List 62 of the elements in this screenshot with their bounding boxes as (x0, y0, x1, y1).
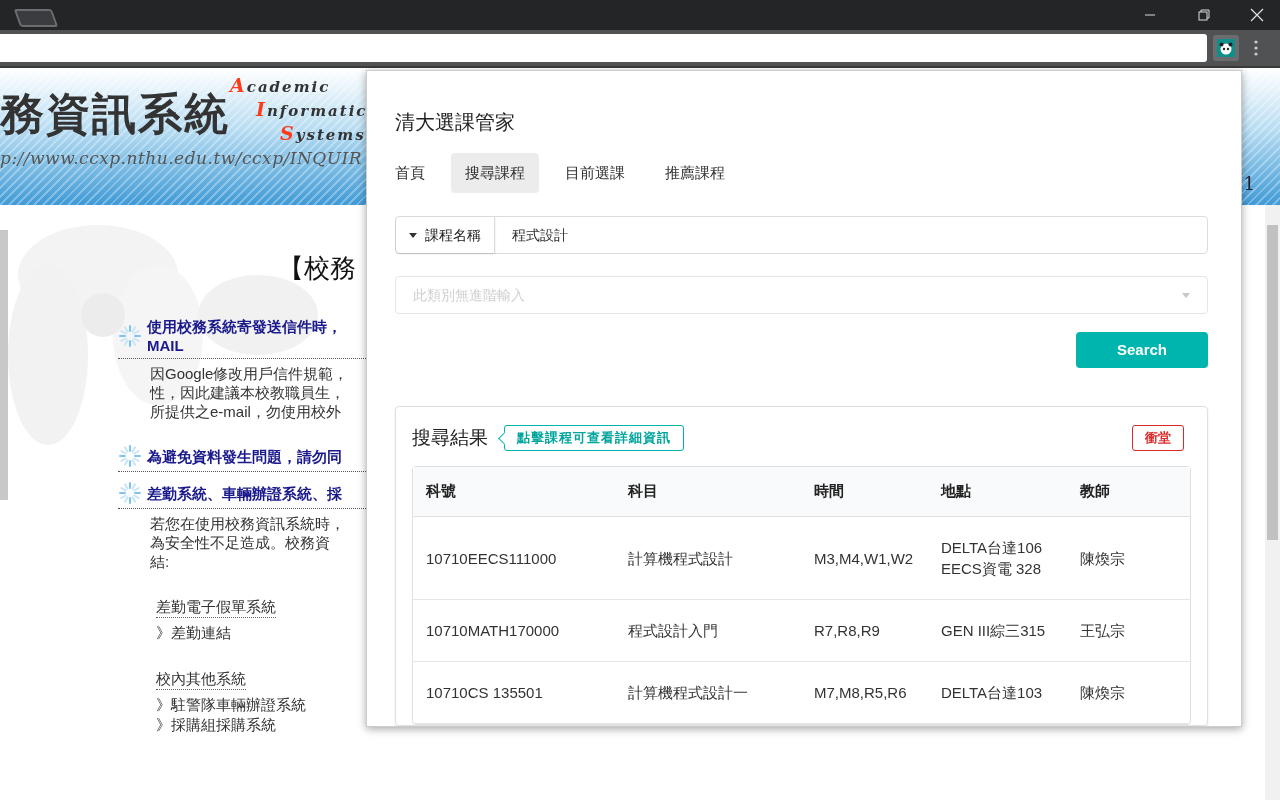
course-row[interactable]: 10710MATH170000 程式設計入門 R7,R8,R9 GEN III綜三315 王弘宗 (413, 600, 1190, 662)
banner-edge-text: 1 (1243, 172, 1255, 196)
notice-text: 若您在使用校務資訊系統時， 為安全性不足造成。校務資 結: (150, 514, 346, 571)
system-link[interactable]: 》駐警隊車輛辦證系統 (156, 695, 306, 715)
system-heading: 校內其他系統 (156, 669, 246, 690)
table-cell-text: 10710EECS111000 (426, 548, 558, 569)
table-cell-text: 計算機程式設計 (628, 548, 734, 569)
field-type-dropdown[interactable]: 課程名稱 (396, 217, 495, 253)
column-header: 地點 (939, 481, 972, 502)
page-heading: 【校務 (278, 252, 357, 285)
nav-tab[interactable]: 搜尋課程 (451, 153, 539, 193)
column-header: 教師 (1079, 481, 1111, 502)
extension-button[interactable] (1213, 35, 1239, 61)
nav-tab[interactable]: 首頁 (381, 153, 439, 193)
conflict-badge: 衝堂 (1132, 425, 1184, 451)
search-field[interactable]: 課程名稱 程式設計 (395, 216, 1208, 254)
popup-title: 清大選課管家 (395, 110, 516, 135)
banner-word: Academic (230, 74, 332, 98)
scrollbar[interactable] (0, 230, 8, 500)
notice-heading[interactable]: 差勤系統、車輛辦證系統、採 (147, 483, 342, 503)
table-cell-text: GEN III綜三315 (941, 621, 1047, 641)
system-heading: 差勤電子假單系統 (156, 597, 276, 618)
column-header: 科號 (424, 481, 457, 502)
caret-icon (1182, 292, 1190, 298)
nav-tab[interactable]: 目前選課 (551, 153, 639, 193)
notice-heading[interactable]: 為避免資料發生問題，請勿同 (147, 446, 342, 466)
table-cell-text: R7,R8,R9 (814, 621, 881, 641)
system-link[interactable]: 》採購組採購系統 (156, 715, 276, 735)
table-cell-text: DELTA台達106 EECS資電 328 (941, 538, 1044, 579)
caret-icon (409, 232, 417, 238)
table-cell-text: 10710MATH170000 (426, 621, 561, 641)
table-cell-text: 陳煥宗 (1080, 683, 1126, 703)
menu-icon[interactable] (1254, 40, 1258, 56)
table-cell-text: 程式設計入門 (628, 621, 719, 641)
table-cell-text: 10710CS 135501 (426, 683, 544, 703)
table-cell-text: 計算機程式設計一 (628, 683, 749, 703)
nav-tab[interactable]: 推薦課程 (651, 153, 739, 193)
address-field[interactable] (0, 34, 1207, 62)
notice-text: 因Google修改用戶信件規範， 性，因此建議本校教職員生， 所提供之e-mail，勿使用校外 (150, 364, 350, 421)
table-cell-text: M7,M8,R5,R6 (814, 683, 908, 703)
table-cell-text: 王弘宗 (1080, 621, 1126, 641)
table-cell-text: M3,M4,W1,W2 (814, 548, 915, 569)
browser-tab[interactable] (13, 9, 59, 27)
spinner-icon (118, 324, 142, 348)
course-row[interactable]: 10710CS 135501 計算機程式設計一 M7,M8,R5,R6 DELTA台達103 陳煥宗 (413, 662, 1190, 724)
column-header: 時間 (813, 481, 845, 502)
table-cell-text: DELTA台達103 (941, 683, 1044, 703)
notice-heading[interactable]: 使用校務系統寄發送信件時， MAIL (147, 317, 342, 355)
restore-icon[interactable] (1198, 9, 1210, 21)
close-icon[interactable] (1250, 8, 1264, 22)
table-cell-text: 陳煥宗 (1080, 548, 1126, 569)
system-link[interactable]: 》差勤連結 (156, 623, 231, 643)
course-row[interactable]: 10710EECS111000 計算機程式設計 M3,M4,W1,W2 DELTA台達106 EECS資電 328 陳煥宗 (413, 517, 1190, 600)
panda-icon (1217, 39, 1235, 57)
banner-url: p://www.ccxp.nthu.edu.tw/ccxp/INQUIR (0, 147, 363, 170)
spinner-icon (118, 444, 142, 468)
results-title: 搜尋結果 (412, 425, 488, 450)
banner-word: Systems (280, 122, 366, 146)
scrollbar[interactable] (1265, 205, 1280, 800)
column-header: 科目 (626, 481, 659, 502)
spinner-icon (118, 481, 142, 505)
banner-title: 務資訊系統 (0, 92, 230, 136)
